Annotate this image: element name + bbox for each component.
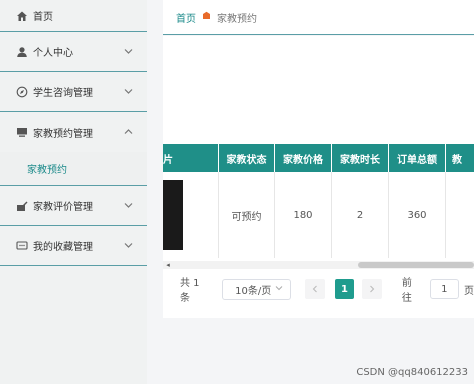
table-cell <box>446 172 474 258</box>
sidebar: 首页 个人中心 学生咨询管理 家教预约管理 家教预约 家教评价管理 我的收藏管理 <box>0 0 147 384</box>
sidebar-subitem-label: 家教预约 <box>27 165 67 176</box>
table-cell-image <box>163 172 219 258</box>
pagination: 共 1 条 10条/页 1 前往 1 页 <box>163 278 474 304</box>
column-header: 家教状态 <box>219 144 275 172</box>
page-unit-label: 页 <box>464 285 474 297</box>
sidebar-item-tutor-booking-mgmt[interactable]: 家教预约管理 <box>0 112 147 152</box>
table-cell: 360 <box>389 172 446 258</box>
compass-icon <box>16 86 28 98</box>
chevron-down-icon <box>124 201 133 210</box>
edit-icon <box>16 200 28 212</box>
sidebar-subitem-tutor-booking[interactable]: 家教预约 <box>0 152 147 186</box>
sidebar-item-label: 首页 <box>33 12 53 23</box>
column-header: 片 <box>163 144 219 172</box>
goto-label: 前往 <box>401 278 412 304</box>
page-number-button[interactable]: 1 <box>334 279 355 299</box>
sidebar-item-student-consult[interactable]: 学生咨询管理 <box>0 72 147 112</box>
sidebar-item-label: 学生咨询管理 <box>33 88 93 99</box>
sidebar-item-label: 个人中心 <box>33 48 73 59</box>
page-size-value: 10条/页 <box>235 285 272 297</box>
table-cell: 180 <box>275 172 332 258</box>
monitor-icon <box>16 126 28 138</box>
table-row: 可预约 180 2 360 <box>163 172 474 258</box>
table-header: 片 家教状态 家教价格 家教时长 订单总额 教 <box>163 144 474 172</box>
scroll-thumb[interactable] <box>358 262 474 268</box>
sidebar-item-home[interactable]: 首页 <box>0 0 147 32</box>
column-header: 家教时长 <box>332 144 389 172</box>
sidebar-item-label: 我的收藏管理 <box>33 242 93 253</box>
breadcrumb-home[interactable]: 首页 <box>176 10 196 25</box>
chevron-down-icon <box>124 47 133 56</box>
goto-page-input[interactable]: 1 <box>429 279 460 299</box>
tutor-photo <box>163 180 183 250</box>
column-header: 订单总额 <box>389 144 446 172</box>
chevron-up-icon <box>124 128 133 137</box>
sidebar-item-favorites-mgmt[interactable]: 我的收藏管理 <box>0 226 147 266</box>
home-icon <box>16 10 28 22</box>
booking-table: 片 家教状态 家教价格 家教时长 订单总额 教 可预约 180 2 360 <box>163 144 474 258</box>
breadcrumb-current: 家教预约 <box>217 13 257 25</box>
user-icon <box>16 46 28 58</box>
chevron-down-icon <box>124 241 133 250</box>
column-header: 教 <box>452 154 462 166</box>
next-page-button[interactable] <box>362 279 382 299</box>
breadcrumb-separator-icon <box>202 11 211 23</box>
comment-icon <box>16 240 28 252</box>
table-cell: 可预约 <box>219 172 275 258</box>
scroll-left-icon[interactable]: ◂ <box>163 261 173 269</box>
sidebar-item-tutor-review-mgmt[interactable]: 家教评价管理 <box>0 186 147 226</box>
table-cell: 2 <box>332 172 389 258</box>
breadcrumb: 首页 家教预约 <box>163 0 474 35</box>
watermark: CSDN @qq840612233 <box>356 367 468 378</box>
sidebar-item-personal-center[interactable]: 个人中心 <box>0 32 147 72</box>
page-size-select[interactable]: 10条/页 <box>222 278 292 300</box>
horizontal-scrollbar[interactable]: ◂ <box>163 261 474 269</box>
prev-page-button[interactable] <box>305 279 325 299</box>
main-content: 首页 家教预约 片 家教状态 家教价格 家教时长 订单总额 教 可预约 180 … <box>147 0 474 384</box>
sidebar-item-label: 家教预约管理 <box>33 128 93 140</box>
chevron-down-icon <box>275 284 283 293</box>
total-count: 共 1 条 <box>180 278 200 304</box>
column-header: 家教价格 <box>275 144 332 172</box>
sidebar-item-label: 家教评价管理 <box>33 202 93 213</box>
chevron-down-icon <box>124 87 133 96</box>
